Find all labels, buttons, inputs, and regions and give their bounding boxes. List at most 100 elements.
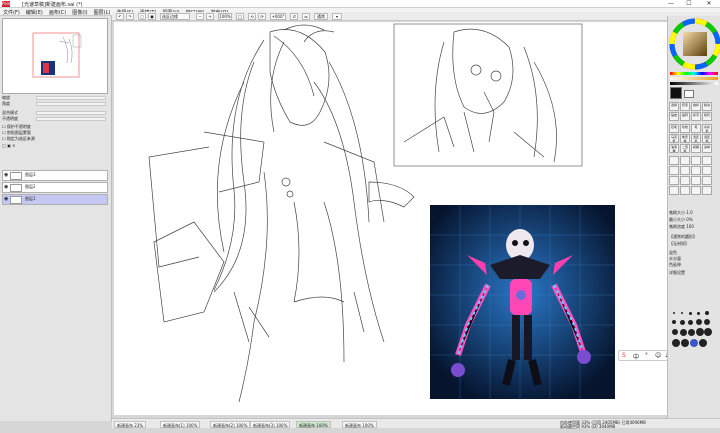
stabilizer-dropdown[interactable]: ▾: [332, 13, 342, 20]
min-size-row[interactable]: 最小大小 0%: [669, 217, 719, 223]
zoom-out-button[interactable]: −: [196, 13, 204, 20]
tool-pen[interactable]: 笔: [691, 124, 701, 133]
close-button[interactable]: ✕: [702, 0, 716, 8]
canvas-tab[interactable]: 新建画布 23%: [114, 421, 147, 428]
tool-marker[interactable]: 马克笔: [669, 134, 679, 143]
tool-select-pen[interactable]: 选区笔: [691, 134, 701, 143]
tool-rotate[interactable]: 旋转: [680, 112, 690, 121]
tool-binary-pen[interactable]: 二值笔: [680, 144, 690, 153]
size-preset-dot[interactable]: [672, 320, 676, 324]
size-preset-dot[interactable]: [672, 339, 680, 347]
tool-preset-16[interactable]: [702, 186, 712, 195]
tool-move[interactable]: 移动: [702, 102, 712, 111]
new-layer-icon[interactable]: ▢: [2, 143, 6, 148]
tool-preset-9[interactable]: [669, 176, 679, 185]
tool-preset-4[interactable]: [702, 156, 712, 165]
size-preset-dot[interactable]: [705, 311, 709, 315]
stabilizer-field[interactable]: 通常: [314, 13, 328, 20]
primary-color-swatch[interactable]: [670, 87, 682, 99]
size-preset-dot[interactable]: [680, 320, 685, 325]
brush-size-row[interactable]: 笔刷大小 1.0: [669, 210, 719, 216]
canvas-tab[interactable]: 新建画布(3) 100%: [250, 421, 291, 428]
size-preset-dot[interactable]: [697, 312, 700, 315]
canvas-tab-active[interactable]: 新建画布 100%: [296, 421, 331, 428]
tool-preset-11[interactable]: [691, 176, 701, 185]
ime-mode-label[interactable]: 中: [633, 352, 639, 361]
tool-select[interactable]: 选择: [669, 102, 679, 111]
tool-bucket[interactable]: 油漆桶: [669, 144, 679, 153]
size-preset-dot[interactable]: [704, 328, 712, 336]
size-preset-dot[interactable]: [689, 312, 692, 315]
tool-preset-13[interactable]: [669, 186, 679, 195]
layer-item-1[interactable]: ◉ 图层1: [2, 194, 108, 205]
saturation-slider[interactable]: [670, 77, 718, 80]
zoom-value-field[interactable]: 100%: [218, 13, 232, 20]
rotate-right-button[interactable]: ⟳: [258, 13, 266, 20]
deselect-button[interactable]: ◻: [138, 13, 146, 20]
zoom-slider[interactable]: [36, 96, 106, 100]
tool-preset-8[interactable]: [702, 166, 712, 175]
new-folder-icon[interactable]: ▣: [7, 143, 11, 148]
density-row[interactable]: 笔刷浓度 100: [669, 224, 719, 230]
tool-zoom[interactable]: 缩放: [669, 112, 679, 121]
tool-eyedropper[interactable]: 吸管: [702, 112, 712, 121]
tool-hand[interactable]: 抓手: [691, 112, 701, 121]
ref-row[interactable]: ☐ 指定为选区来源: [2, 136, 108, 142]
tool-airbrush[interactable]: 喷枪: [680, 124, 690, 133]
maximize-button[interactable]: ☐: [682, 0, 696, 8]
tool-select-eraser[interactable]: 选区擦: [702, 134, 712, 143]
canvas-tab[interactable]: 新建画布 100%: [342, 421, 377, 428]
eye-icon[interactable]: ◉: [4, 173, 8, 178]
zoom-reset-button[interactable]: □: [236, 13, 244, 20]
layer-mode-select[interactable]: [36, 111, 106, 115]
tool-preset-7[interactable]: [691, 166, 701, 175]
flip-button[interactable]: ⇋: [302, 13, 310, 20]
zoom-in-button[interactable]: +: [206, 13, 214, 20]
size-preset-dot[interactable]: [704, 319, 710, 325]
tool-eraser[interactable]: 橡皮擦: [680, 134, 690, 143]
hue-slider[interactable]: [670, 72, 718, 75]
rotate-left-button[interactable]: ⟲: [248, 13, 256, 20]
invert-selection-button[interactable]: ◼: [148, 13, 156, 20]
tool-blur[interactable]: 模糊: [691, 144, 701, 153]
size-preset-dot[interactable]: [673, 312, 675, 314]
tool-preset-5[interactable]: [669, 166, 679, 175]
punctuation-icon[interactable]: °: [645, 352, 648, 359]
redo-button[interactable]: ↷: [126, 13, 134, 20]
eye-icon[interactable]: ◉: [4, 197, 8, 202]
brush-shape-select[interactable]: 【通常的圆形】: [669, 234, 719, 240]
emoji-icon[interactable]: ☺: [655, 352, 661, 359]
opacity-slider[interactable]: [36, 117, 106, 121]
delete-layer-icon[interactable]: ✕: [12, 143, 15, 148]
minimize-button[interactable]: —: [664, 0, 678, 8]
tool-preset-2[interactable]: [680, 156, 690, 165]
tool-smudge[interactable]: 涂抹: [702, 144, 712, 153]
size-preset-dot[interactable]: [681, 339, 689, 347]
tool-watercolor[interactable]: 水彩笔: [702, 124, 712, 133]
navigator-preview[interactable]: [2, 18, 108, 94]
canvas-tab[interactable]: 新建画布(1) 100%: [160, 421, 201, 428]
tool-preset-15[interactable]: [691, 186, 701, 195]
tool-preset-1[interactable]: [669, 156, 679, 165]
eye-icon[interactable]: ◉: [4, 185, 8, 190]
size-preset-dot[interactable]: [681, 312, 683, 314]
size-preset-dot[interactable]: [680, 329, 687, 336]
size-preset-dot[interactable]: [696, 319, 702, 325]
angle-reset-button[interactable]: ↺: [290, 13, 298, 20]
tool-preset-14[interactable]: [680, 186, 690, 195]
tool-preset-3[interactable]: [691, 156, 701, 165]
layer-item-2[interactable]: ◉ 图层2: [2, 182, 108, 193]
secondary-color-swatch[interactable]: [684, 90, 694, 98]
tool-preset-12[interactable]: [702, 176, 712, 185]
brush-texture-select[interactable]: 【无材质】: [669, 241, 719, 247]
size-preset-dot[interactable]: [699, 339, 707, 347]
layer-item-3[interactable]: ◉ 图层3: [2, 170, 108, 181]
canvas-tab[interactable]: 新建画布(2) 100%: [210, 421, 251, 428]
tool-magic-wand[interactable]: 魔棒: [691, 102, 701, 111]
advanced-settings-toggle[interactable]: 详细设置: [669, 270, 719, 276]
tool-pencil[interactable]: 铅笔: [669, 124, 679, 133]
angle-slider[interactable]: [36, 102, 106, 106]
angle-value-field[interactable]: +000°: [270, 13, 286, 20]
tool-preset-6[interactable]: [680, 166, 690, 175]
selection-edge-checkbox[interactable]: 选区边缘: [160, 13, 190, 20]
